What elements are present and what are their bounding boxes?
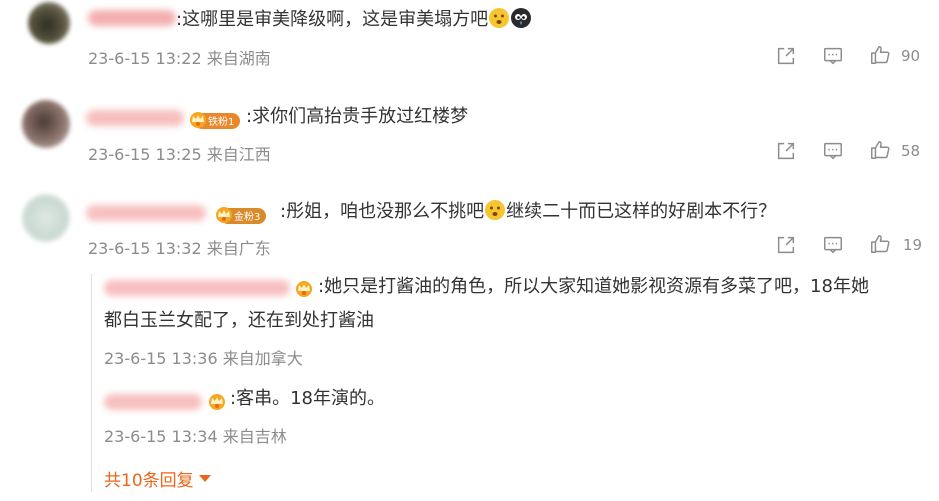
avatar[interactable] <box>22 100 70 148</box>
emoji-icon <box>510 7 532 29</box>
location: 来自加拿大 <box>222 349 303 368</box>
comment-icon[interactable] <box>822 140 844 162</box>
comment-meta: 23-6-15 13:32 来自广东 <box>88 235 271 259</box>
crown-badge-icon <box>188 109 208 129</box>
username-blurred[interactable] <box>104 394 202 410</box>
comment-body: :求你们高抬贵手放过红楼梦 <box>246 106 469 127</box>
location: 来自江西 <box>206 145 271 164</box>
location: 来自吉林 <box>222 427 287 446</box>
reply-body: :她只是打酱油的角色，所以大家知道她影视资源有多菜了吧，18年她 <box>318 276 869 297</box>
comment-icon[interactable] <box>822 234 844 256</box>
more-replies-link[interactable]: 共10条回复 <box>104 466 211 491</box>
timestamp: 23-6-15 13:32 <box>88 239 202 258</box>
reply-meta: 23-6-15 13:36 来自加拿大 <box>104 345 303 369</box>
avatar[interactable] <box>28 2 70 44</box>
crown-badge-icon <box>294 278 314 298</box>
share-icon[interactable] <box>775 234 797 256</box>
more-replies-label: 共10条回复 <box>104 471 194 491</box>
avatar[interactable] <box>22 194 70 242</box>
fan-badge: 铁粉1 <box>194 110 241 129</box>
timestamp: 23-6-15 13:25 <box>88 145 202 164</box>
comment-text: :彤姐，咱也没那么不挑吧 继续二十而已这样的好剧本不行？ <box>280 199 776 225</box>
location: 来自广东 <box>206 239 271 258</box>
crown-badge-icon <box>207 391 227 411</box>
comment-icon[interactable] <box>822 45 844 67</box>
comment-meta: 23-6-15 13:25 来自江西 <box>88 141 271 165</box>
like-count: 58 <box>901 142 921 160</box>
reply-meta: 23-6-15 13:34 来自吉林 <box>104 423 287 447</box>
emoji-icon <box>488 7 510 29</box>
comment-text: :这哪里是审美降级啊，这是审美塌方吧 <box>176 7 532 33</box>
timestamp: 23-6-15 13:36 <box>104 349 218 368</box>
location: 来自湖南 <box>206 49 271 68</box>
like-count: 90 <box>901 47 921 65</box>
username-blurred[interactable] <box>88 10 176 26</box>
crown-badge-icon <box>214 204 234 224</box>
emoji-icon <box>484 199 506 221</box>
comment-body: 继续二十而已这样的好剧本不行？ <box>506 201 777 222</box>
share-icon[interactable] <box>775 140 797 162</box>
like-icon[interactable] <box>869 139 891 161</box>
comment-body: :这哪里是审美降级啊，这是审美塌方吧 <box>176 9 489 30</box>
comment-body: :彤姐，咱也没那么不挑吧 <box>280 201 485 222</box>
username-blurred[interactable] <box>86 205 206 221</box>
fan-badge-label: 铁粉1 <box>208 117 235 128</box>
like-icon[interactable] <box>869 44 891 66</box>
reply-body: :客串。18年演的。 <box>230 388 385 409</box>
share-icon[interactable] <box>775 45 797 67</box>
comment-meta: 23-6-15 13:22 来自湖南 <box>88 45 271 69</box>
username-blurred[interactable] <box>104 280 290 296</box>
username-blurred[interactable] <box>86 110 184 126</box>
fan-badge-label: 金粉3 <box>234 212 261 223</box>
chevron-down-icon <box>198 475 211 482</box>
timestamp: 23-6-15 13:34 <box>104 427 218 446</box>
like-count: 19 <box>903 236 923 254</box>
like-icon[interactable] <box>869 233 891 255</box>
reply-body: 都白玉兰女配了，还在到处打酱油 <box>104 310 374 331</box>
timestamp: 23-6-15 13:22 <box>88 49 202 68</box>
reply-thread-divider <box>91 274 92 492</box>
fan-badge: 金粉3 <box>220 205 267 224</box>
